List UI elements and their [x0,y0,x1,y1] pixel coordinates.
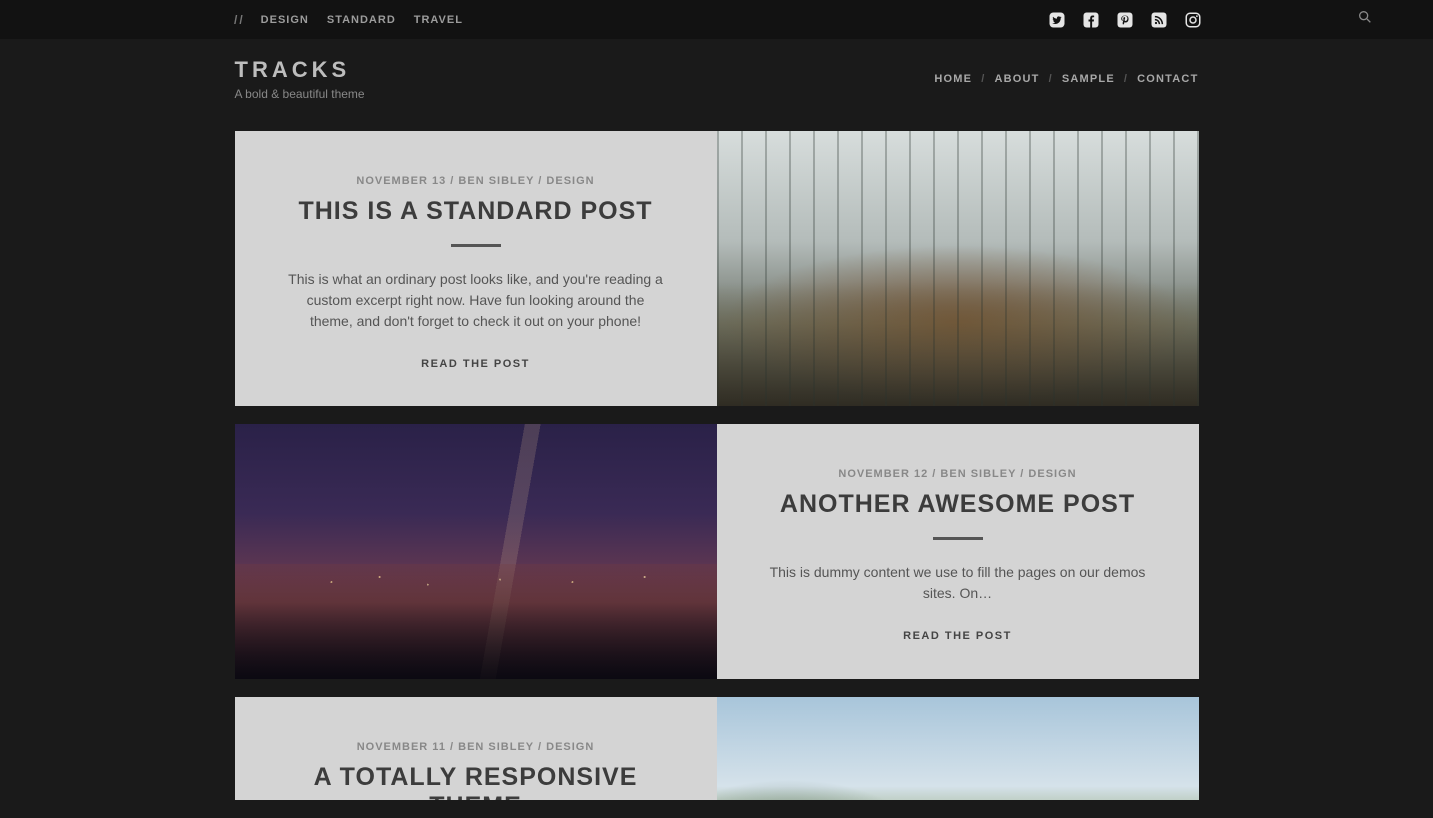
pinterest-icon[interactable] [1115,10,1135,30]
post-featured-image[interactable] [235,424,717,679]
topbar-slashes-icon: // [234,13,245,27]
post-card: NOVEMBER 13 / BEN SIBLEY / DESIGN THIS I… [235,131,1199,406]
title-divider [451,244,501,247]
twitter-icon[interactable] [1047,10,1067,30]
rss-icon[interactable] [1149,10,1169,30]
search-icon[interactable] [1357,9,1373,30]
primary-nav: HOME / ABOUT / SAMPLE / CONTACT [934,73,1198,85]
posts-list: NOVEMBER 13 / BEN SIBLEY / DESIGN THIS I… [235,131,1199,800]
post-excerpt: This is what an ordinary post looks like… [286,269,666,332]
meta-separator: / [538,741,546,753]
post-title[interactable]: ANOTHER AWESOME POST [780,490,1135,519]
post-date: NOVEMBER 11 [357,741,446,753]
topbar-categories: DESIGN STANDARD TRAVEL [261,14,463,26]
site-branding: TRACKS A bold & beautiful theme [235,57,365,101]
post-excerpt: This is dummy content we use to fill the… [768,562,1148,604]
post-date: NOVEMBER 13 [356,175,446,187]
post-featured-image[interactable] [717,697,1199,800]
post-meta: NOVEMBER 11 / BEN SIBLEY / DESIGN [357,741,595,753]
nav-contact[interactable]: CONTACT [1137,73,1198,85]
meta-separator: / [450,741,458,753]
instagram-icon[interactable] [1183,10,1203,30]
nav-home[interactable]: HOME [934,73,972,85]
facebook-icon[interactable] [1081,10,1101,30]
site-header: TRACKS A bold & beautiful theme HOME / A… [235,39,1199,131]
post-title[interactable]: A TOTALLY RESPONSIVE THEME [277,763,675,800]
post-author[interactable]: BEN SIBLEY [458,741,534,753]
post-category[interactable]: DESIGN [546,175,594,187]
nav-separator: / [1124,73,1128,85]
top-bar: // DESIGN STANDARD TRAVEL [0,0,1433,39]
post-author[interactable]: BEN SIBLEY [458,175,534,187]
topbar-right [1047,9,1373,30]
post-content: NOVEMBER 12 / BEN SIBLEY / DESIGN ANOTHE… [717,424,1199,679]
post-meta: NOVEMBER 12 / BEN SIBLEY / DESIGN [838,468,1076,480]
title-divider [933,537,983,540]
read-more-link[interactable]: READ THE POST [903,630,1012,642]
post-category[interactable]: DESIGN [546,741,594,753]
site-title[interactable]: TRACKS [235,57,365,83]
post-card: NOVEMBER 12 / BEN SIBLEY / DESIGN ANOTHE… [235,424,1199,679]
post-content: NOVEMBER 13 / BEN SIBLEY / DESIGN THIS I… [235,131,717,406]
read-more-link[interactable]: READ THE POST [421,358,530,370]
post-card: NOVEMBER 11 / BEN SIBLEY / DESIGN A TOTA… [235,697,1199,800]
post-content: NOVEMBER 11 / BEN SIBLEY / DESIGN A TOTA… [235,697,717,800]
site-tagline: A bold & beautiful theme [235,87,365,101]
category-link-design[interactable]: DESIGN [261,14,309,26]
post-date: NOVEMBER 12 [838,468,928,480]
category-link-standard[interactable]: STANDARD [327,14,396,26]
post-author[interactable]: BEN SIBLEY [940,468,1016,480]
post-featured-image[interactable] [717,131,1199,406]
post-category[interactable]: DESIGN [1028,468,1076,480]
nav-sample[interactable]: SAMPLE [1062,73,1115,85]
nav-about[interactable]: ABOUT [994,73,1039,85]
category-link-travel[interactable]: TRAVEL [414,14,463,26]
post-title[interactable]: THIS IS A STANDARD POST [298,197,652,226]
post-meta: NOVEMBER 13 / BEN SIBLEY / DESIGN [356,175,594,187]
nav-separator: / [981,73,985,85]
nav-separator: / [1049,73,1053,85]
